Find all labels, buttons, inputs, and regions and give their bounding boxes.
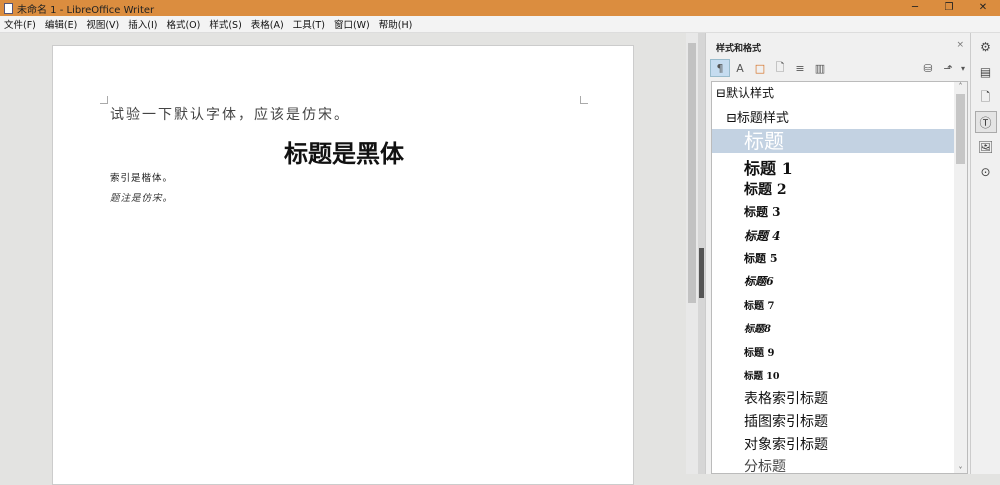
window-title: 未命名 1 - LibreOffice Writer bbox=[17, 4, 155, 16]
menu-tools[interactable]: 工具(T) bbox=[293, 17, 325, 31]
properties-icon[interactable]: ⚙ bbox=[975, 36, 997, 58]
navigator-icon[interactable]: ⊙ bbox=[975, 161, 997, 183]
tree-item-selected[interactable]: 标题 bbox=[712, 129, 955, 153]
tree-item[interactable]: 标题 9 bbox=[744, 344, 967, 359]
menu-bar: 文件(F) 编辑(E) 视图(V) 插入(I) 格式(O) 样式(S) 表格(A… bbox=[0, 16, 1000, 33]
margin-corner bbox=[580, 96, 588, 104]
table-styles-icon[interactable]: ▥ bbox=[810, 59, 830, 77]
document-page[interactable]: 试验一下默认字体，应该是仿宋。 标题是黑体 索引是楷体。 题注是仿宋。 bbox=[52, 45, 634, 485]
paragraph-index[interactable]: 索引是楷体。 bbox=[110, 170, 173, 184]
tree-item[interactable]: ⊟默认样式 bbox=[716, 84, 959, 101]
paragraph-caption[interactable]: 题注是仿宋。 bbox=[110, 190, 173, 204]
menu-insert[interactable]: 插入(I) bbox=[128, 17, 157, 31]
document-scrollbar[interactable] bbox=[686, 33, 698, 474]
tree-item[interactable]: ⊟标题样式 bbox=[726, 107, 967, 126]
gallery-icon[interactable]: 🖼 bbox=[975, 136, 997, 158]
tree-item[interactable]: 标题 2 bbox=[744, 179, 967, 199]
character-styles-icon[interactable]: A bbox=[730, 59, 750, 77]
scrollbar-thumb[interactable] bbox=[956, 94, 965, 164]
frame-styles-icon[interactable]: □ bbox=[750, 59, 770, 77]
scrollbar-thumb[interactable] bbox=[688, 43, 696, 303]
page-styles-icon[interactable]: 🗋 bbox=[770, 59, 790, 77]
list-styles-icon[interactable]: ≡ bbox=[790, 59, 810, 77]
document-icon bbox=[4, 2, 13, 14]
menu-help[interactable]: 帮助(H) bbox=[379, 17, 413, 31]
menu-file[interactable]: 文件(F) bbox=[4, 17, 36, 31]
styles-panel: 样式和格式 × ¶ A □ 🗋 ≡ ▥ ⛁ ⬏ ▾ ⊟默认样式 ⊟标题样式 标题… bbox=[705, 33, 970, 474]
close-button[interactable]: ✕ bbox=[966, 0, 1000, 16]
tree-item[interactable]: 标题 3 bbox=[744, 203, 967, 220]
styles-tab-icon[interactable]: Ⓣ bbox=[974, 111, 997, 133]
tree-item[interactable]: 标题 4 bbox=[744, 227, 967, 244]
list-scrollbar[interactable]: ˄ ˅ bbox=[954, 82, 967, 473]
fill-format-icon[interactable]: ⛁ bbox=[918, 59, 938, 77]
scroll-up-icon[interactable]: ˄ bbox=[954, 82, 967, 91]
restore-button[interactable]: ❐ bbox=[932, 0, 966, 16]
menu-format[interactable]: 格式(O) bbox=[166, 17, 200, 31]
menu-view[interactable]: 视图(V) bbox=[86, 17, 119, 31]
margin-corner bbox=[100, 96, 108, 104]
close-icon[interactable]: × bbox=[956, 40, 964, 50]
heading[interactable]: 标题是黑体 bbox=[53, 134, 635, 169]
sidebar-tabbar: ⚙ ▤ 🗋 Ⓣ 🖼 ⊙ bbox=[970, 33, 1000, 474]
tree-item[interactable]: 标题 10 bbox=[744, 368, 967, 382]
new-style-icon[interactable]: ⬏ bbox=[938, 59, 958, 77]
dropdown-icon[interactable]: ▾ bbox=[958, 59, 968, 77]
tree-item[interactable]: 标题 7 bbox=[744, 297, 967, 312]
tree-item[interactable]: 标题 5 bbox=[744, 250, 967, 266]
tree-item[interactable]: 标题8 bbox=[744, 320, 967, 335]
panel-title: 样式和格式 bbox=[716, 44, 762, 54]
title-bar: 未命名 1 - LibreOffice Writer ─ ❐ ✕ bbox=[0, 0, 1000, 16]
page-styles-tab-icon[interactable]: 🗋 bbox=[975, 86, 997, 108]
paragraph-styles-icon[interactable]: ¶ bbox=[710, 59, 730, 77]
menu-styles[interactable]: 样式(S) bbox=[209, 17, 241, 31]
document-area: 试验一下默认字体，应该是仿宋。 标题是黑体 索引是楷体。 题注是仿宋。 bbox=[0, 33, 686, 485]
minimize-button[interactable]: ─ bbox=[898, 0, 932, 16]
collapse-handle[interactable] bbox=[699, 248, 704, 298]
tree-item[interactable]: 对象索引标题 bbox=[744, 434, 967, 454]
scroll-down-icon[interactable]: ˅ bbox=[954, 466, 967, 473]
menu-edit[interactable]: 编辑(E) bbox=[45, 17, 77, 31]
tree-item[interactable]: 分标题 bbox=[744, 456, 967, 473]
tree-item[interactable]: 标题6 bbox=[744, 273, 967, 289]
tree-item[interactable]: 标题 1 bbox=[744, 155, 967, 179]
menu-window[interactable]: 窗口(W) bbox=[334, 17, 370, 31]
tree-item[interactable]: 插图索引标题 bbox=[744, 411, 967, 431]
styles-list: ⊟默认样式 ⊟标题样式 标题 标题 1 标题 2 标题 3 标题 4 标题 5 … bbox=[711, 81, 968, 474]
paragraph-default[interactable]: 试验一下默认字体，应该是仿宋。 bbox=[110, 104, 350, 124]
page-icon[interactable]: ▤ bbox=[975, 61, 997, 83]
styles-toolbar: ¶ A □ 🗋 ≡ ▥ ⛁ ⬏ ▾ bbox=[710, 58, 968, 78]
sidebar-splitter[interactable] bbox=[698, 33, 705, 474]
tree-item[interactable]: 表格索引标题 bbox=[744, 388, 967, 408]
menu-table[interactable]: 表格(A) bbox=[251, 17, 284, 31]
